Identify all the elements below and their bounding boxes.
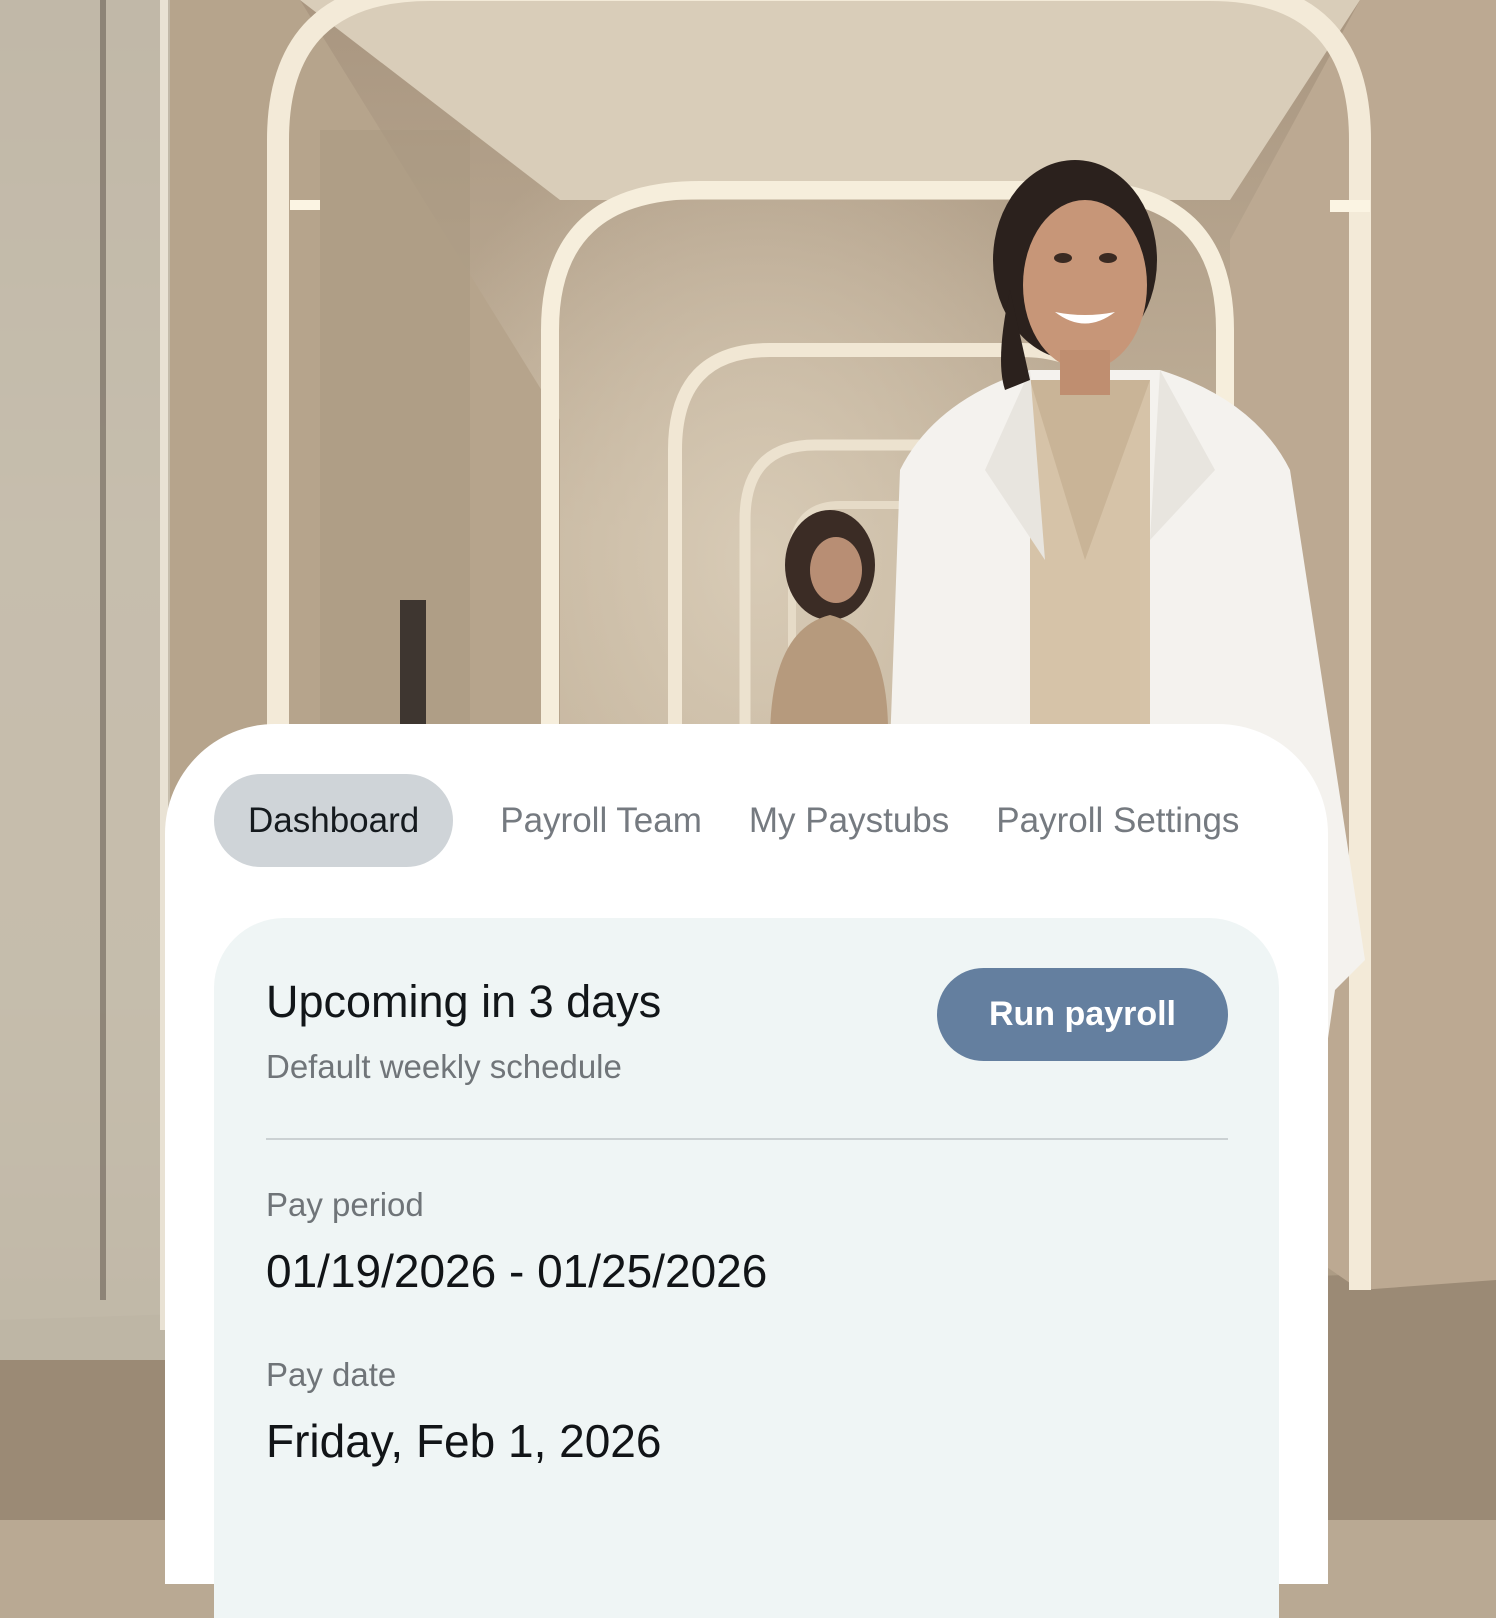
upcoming-payroll-panel: Upcoming in 3 days Default weekly schedu…: [214, 918, 1279, 1618]
tab-my-paystubs[interactable]: My Paystubs: [749, 803, 949, 838]
pay-date-value: Friday, Feb 1, 2026: [266, 1415, 662, 1467]
upcoming-title: Upcoming in 3 days: [266, 976, 662, 1027]
pay-period-label: Pay period: [266, 1186, 424, 1223]
payroll-card: Dashboard Payroll Team My Paystubs Payro…: [165, 724, 1328, 1618]
section-divider: [266, 1138, 1228, 1140]
tab-dashboard[interactable]: Dashboard: [214, 774, 454, 867]
pay-period-value: 01/19/2026 - 01/25/2026: [266, 1245, 768, 1297]
schedule-label: Default weekly schedule: [266, 1048, 622, 1085]
pay-date-label: Pay date: [266, 1356, 397, 1393]
run-payroll-button[interactable]: Run payroll: [937, 968, 1228, 1061]
tab-payroll-settings[interactable]: Payroll Settings: [996, 803, 1239, 838]
tab-payroll-team[interactable]: Payroll Team: [500, 803, 702, 838]
tab-bar: Dashboard Payroll Team My Paystubs Payro…: [214, 774, 1239, 867]
